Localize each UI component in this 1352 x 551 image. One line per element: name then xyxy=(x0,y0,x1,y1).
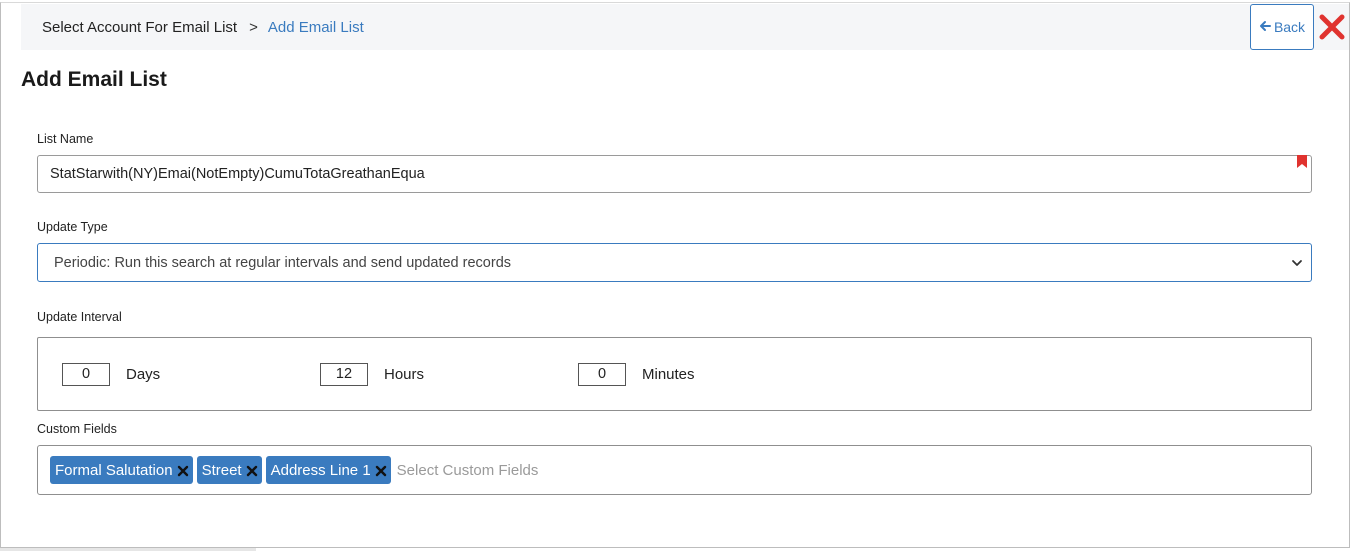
minutes-label: Minutes xyxy=(642,366,695,383)
hours-label: Hours xyxy=(384,366,425,383)
hours-input[interactable]: 12 xyxy=(320,363,368,386)
remove-tag-icon[interactable] xyxy=(177,464,189,477)
breadcrumb-item-select-account[interactable]: Select Account For Email List xyxy=(42,19,237,36)
update-interval-label: Update Interval xyxy=(37,310,122,324)
days-label: Days xyxy=(126,366,161,383)
custom-fields-multiselect[interactable]: Formal Salutation Street Address Line 1 … xyxy=(37,445,1312,495)
tag-formal-salutation: Formal Salutation xyxy=(50,456,193,484)
breadcrumb-item-current: Add Email List xyxy=(267,18,364,36)
back-button[interactable]: Back xyxy=(1250,4,1314,50)
tag-label: Address Line 1 xyxy=(270,461,371,479)
remove-tag-icon[interactable] xyxy=(375,464,387,477)
list-name-input[interactable]: StatStarwith(NY)Emai(NotEmpty)CumuTotaGr… xyxy=(37,155,1312,193)
list-name-value: StatStarwith(NY)Emai(NotEmpty)CumuTotaGr… xyxy=(50,166,425,182)
remove-tag-icon[interactable] xyxy=(246,464,258,477)
tag-label: Formal Salutation xyxy=(55,461,173,479)
custom-fields-label: Custom Fields xyxy=(37,422,117,436)
days-input[interactable]: 0 xyxy=(62,363,110,386)
list-name-label: List Name xyxy=(37,132,94,146)
update-type-select[interactable]: Periodic: Run this search at regular int… xyxy=(37,243,1312,282)
tag-street: Street xyxy=(196,456,262,484)
custom-fields-placeholder[interactable]: Select Custom Fields xyxy=(397,462,539,479)
tag-label: Street xyxy=(201,461,242,479)
arrow-left-icon xyxy=(1259,19,1271,36)
chevron-down-icon xyxy=(1291,257,1303,269)
update-interval-group: 0 Days 12 Hours 0 Minutes xyxy=(37,337,1312,411)
close-icon[interactable] xyxy=(1318,13,1346,41)
tag-address-line-1: Address Line 1 xyxy=(265,456,391,484)
update-type-selected: Periodic: Run this search at regular int… xyxy=(54,254,512,271)
required-bookmark-icon xyxy=(1297,155,1307,168)
page-title: Add Email List xyxy=(21,68,167,91)
minutes-input[interactable]: 0 xyxy=(578,363,626,386)
update-type-label: Update Type xyxy=(37,220,108,234)
breadcrumb: Select Account For Email List > Add Emai… xyxy=(21,4,1349,50)
back-button-label: Back xyxy=(1273,19,1306,35)
breadcrumb-separator: > xyxy=(249,18,258,36)
